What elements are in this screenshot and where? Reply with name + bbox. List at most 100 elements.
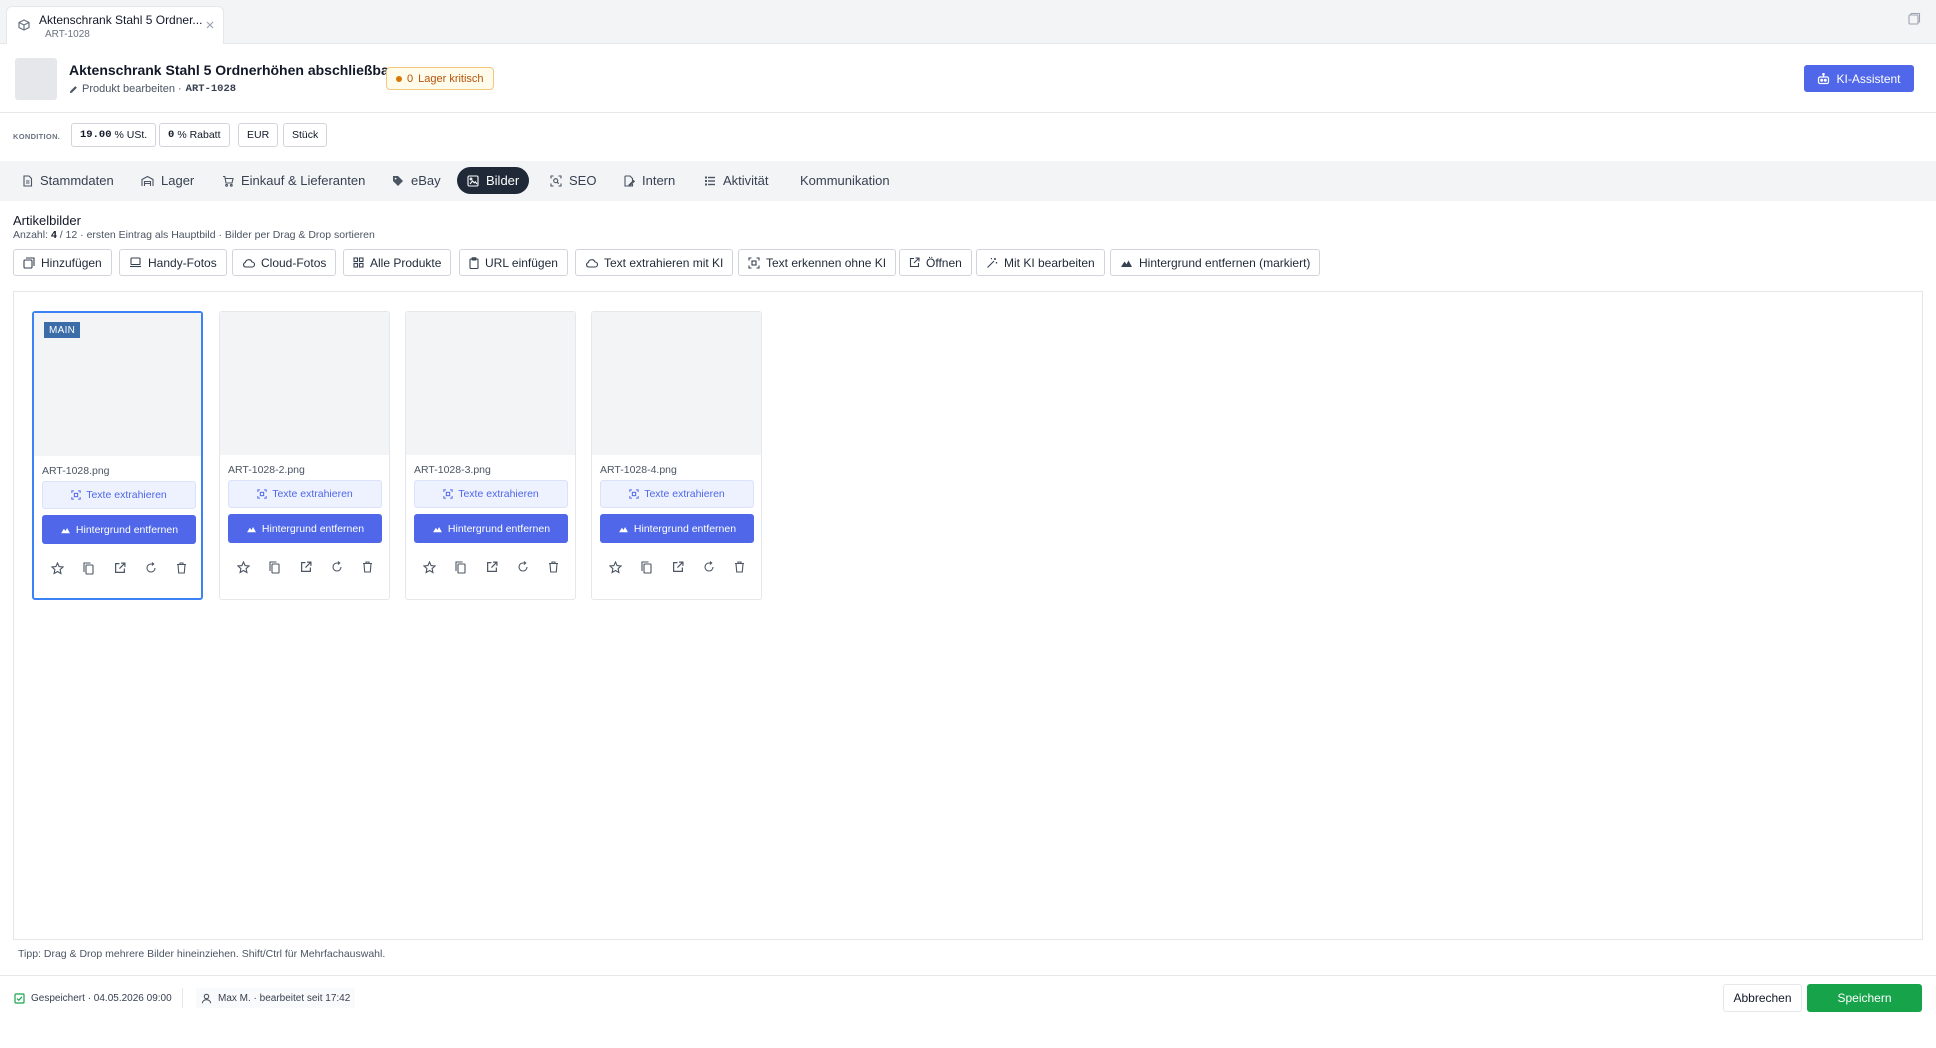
cloud-icon [242,258,255,268]
copy-icon[interactable] [631,558,662,576]
ai-text-extract-button[interactable]: Text extrahieren mit KI [575,249,734,276]
extract-text-button[interactable]: Texte extrahieren [42,481,196,509]
remove-background-button[interactable]: Hintergrund entfernen [228,514,382,543]
tab-intern[interactable]: Intern [613,167,685,194]
save-button[interactable]: Speichern [1807,984,1922,1012]
tab-label: Aktivität [723,173,769,188]
star-icon[interactable] [600,558,631,576]
tab-label: SEO [569,173,597,188]
ai-edit-button[interactable]: Mit KI bearbeiten [976,249,1105,276]
image-filename: ART-1028-2.png [228,464,305,476]
warning-dot-icon [396,75,402,82]
trash-icon[interactable] [724,558,755,576]
close-icon[interactable] [205,20,215,30]
remove-background-marked-button[interactable]: Hintergrund entfernen (markiert) [1110,249,1321,276]
star-icon[interactable] [42,559,73,577]
cart-icon [222,175,234,187]
tool-label: Text erkennen ohne KI [766,255,887,270]
extract-text-button[interactable]: Texte extrahieren [228,480,382,508]
tab-einkauf[interactable]: Einkauf & Lieferanten [212,167,375,194]
tab-kommunikation[interactable]: Kommunikation [790,167,900,194]
ai-assistant-button[interactable]: KI-Assistent [1804,65,1914,92]
cloud-photos-button[interactable]: Cloud-Fotos [232,249,337,276]
external-link-icon[interactable] [104,559,135,577]
star-icon[interactable] [228,558,259,576]
tab-seo[interactable]: SEO [540,167,606,194]
tab-label: Intern [642,173,676,188]
external-link-icon[interactable] [662,558,693,576]
copy-icon[interactable] [445,558,476,576]
trash-icon[interactable] [538,558,569,576]
image-actions [414,558,569,576]
image-card[interactable]: ART-1028-2.png Texte extrahieren Hinterg… [219,311,390,600]
image-preview[interactable] [220,312,389,455]
tab-aktivitaet[interactable]: Aktivität [694,167,779,194]
unit-chip[interactable]: Stück [283,123,328,147]
rotate-icon[interactable] [135,559,166,577]
document-tab-subtitle: ART-1028 [45,29,90,40]
remove-background-button[interactable]: Hintergrund entfernen [414,514,568,543]
image-board[interactable]: MAIN ART-1028.png Texte extrahieren Hint… [13,291,1923,940]
page-title: Aktenschrank Stahl 5 Ordnerhöhen abschli… [69,62,395,78]
currency-chip[interactable]: EUR [238,123,279,147]
tab-stammdaten[interactable]: Stammdaten [12,167,124,194]
star-icon[interactable] [414,558,445,576]
add-image-button[interactable]: Hinzufügen [13,249,112,276]
rotate-icon[interactable] [507,558,538,576]
restore-window-icon[interactable] [1908,12,1921,25]
extract-text-button[interactable]: Texte extrahieren [414,480,568,508]
tab-ebay[interactable]: eBay [382,167,451,194]
tab-label: Bilder [486,173,520,188]
window-tab-strip: Aktenschrank Stahl 5 Ordner... ART-1028 [0,0,1936,44]
mobile-photos-button[interactable]: Handy-Fotos [119,249,227,276]
devices-icon [129,257,142,268]
image-actions [600,558,755,576]
save-check-icon [14,992,25,1004]
image-filename: ART-1028-4.png [600,464,677,476]
clipboard-icon [469,256,479,269]
document-icon [22,174,33,187]
footer-bar: Gespeichert · 04.05.2026 09:00 Max M. · … [0,975,1936,1020]
cancel-button[interactable]: Abbrechen [1723,984,1802,1012]
scan-icon [71,490,81,500]
tab-label: Kommunikation [800,173,890,188]
image-actions [42,559,197,577]
vat-chip[interactable]: 19.00 % USt. [71,123,157,147]
box-icon [18,19,30,31]
image-actions [228,558,383,576]
product-subtitle: Produkt bearbeiten · ART-1028 [69,83,236,95]
edit-label: Produkt bearbeiten · [82,83,182,95]
image-preview[interactable] [406,312,575,455]
editing-user: Max M. · bearbeitet seit 17:42 [196,988,356,1008]
image-card[interactable]: ART-1028-3.png Texte extrahieren Hinterg… [405,311,576,600]
remove-background-button[interactable]: Hintergrund entfernen [42,515,196,544]
copy-icon[interactable] [259,558,290,576]
ocr-button[interactable]: Text erkennen ohne KI [738,249,897,276]
extract-text-button[interactable]: Texte extrahieren [600,480,754,508]
image-card[interactable]: MAIN ART-1028.png Texte extrahieren Hint… [32,311,203,600]
rotate-icon[interactable] [321,558,352,576]
external-link-icon[interactable] [290,558,321,576]
mountain-icon [618,525,629,533]
discount-chip[interactable]: 0 % Rabatt [159,123,230,147]
document-tab[interactable]: Aktenschrank Stahl 5 Ordner... ART-1028 [6,6,224,44]
external-link-icon [909,257,920,268]
image-card[interactable]: ART-1028-4.png Texte extrahieren Hinterg… [591,311,762,600]
external-link-icon[interactable] [476,558,507,576]
tool-label: URL einfügen [485,255,558,270]
trash-icon[interactable] [352,558,383,576]
trash-icon[interactable] [166,559,197,577]
paste-url-button[interactable]: URL einfügen [459,249,568,276]
rotate-icon[interactable] [693,558,724,576]
extract-label: Texte extrahieren [272,488,353,500]
section-tabs: Stammdaten Lager Einkauf & Lieferanten e… [0,161,1936,201]
image-preview[interactable] [592,312,761,455]
all-products-button[interactable]: Alle Produkte [343,249,452,276]
remove-background-button[interactable]: Hintergrund entfernen [600,514,754,543]
copy-icon[interactable] [73,559,104,577]
save-status: Gespeichert · 04.05.2026 09:00 [9,988,183,1008]
tab-bilder[interactable]: Bilder [457,167,530,194]
main-badge: MAIN [44,322,81,338]
open-button[interactable]: Öffnen [899,249,972,276]
tab-lager[interactable]: Lager [131,167,204,194]
